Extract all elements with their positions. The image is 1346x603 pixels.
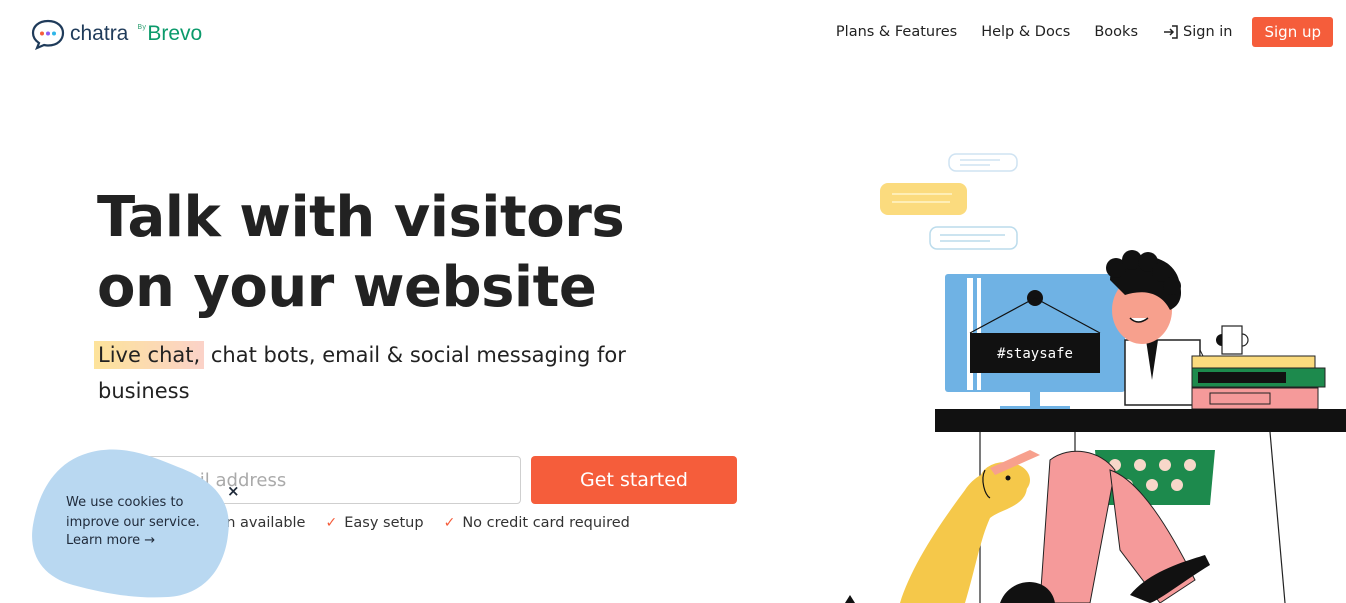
highlight-live-chat: Live chat,: [94, 341, 205, 369]
signin-label: Sign in: [1183, 24, 1233, 40]
check-icon: ✓: [325, 515, 338, 531]
nav-plans-features[interactable]: Plans & Features: [836, 24, 957, 40]
cookie-notice: We use cookies to improve our service. L…: [28, 445, 240, 600]
chat-bubbles-decoration: [880, 153, 1018, 250]
dog-drawing: [845, 450, 1040, 603]
check-icon: ✓: [443, 515, 456, 531]
hero-illustration: #staysafe: [845, 153, 1346, 603]
get-started-button[interactable]: Get started: [531, 456, 737, 504]
books-and-mug-drawing: [1191, 325, 1326, 410]
logo-by-label: By: [137, 23, 147, 31]
signup-button[interactable]: Sign up: [1252, 17, 1333, 47]
cookie-learn-more-link[interactable]: Learn more →: [66, 533, 155, 548]
staysafe-sign: #staysafe: [997, 346, 1073, 362]
headline-line-2: on your website: [97, 255, 597, 320]
nav-help-docs[interactable]: Help & Docs: [981, 24, 1070, 40]
cookie-close-icon[interactable]: ×: [227, 482, 240, 500]
feature-item: ✓ No credit card required: [443, 515, 630, 531]
logo-text: chatra: [70, 22, 129, 45]
headline-line-1: Talk with visitors: [97, 185, 625, 250]
top-nav: Plans & Features Help & Docs Books Sign …: [812, 17, 1333, 47]
cookie-message: We use cookies to improve our service.: [66, 495, 200, 530]
feature-item: ✓ Easy setup: [325, 515, 424, 531]
hero-subline: Live chat, chat bots, email & social mes…: [94, 337, 678, 409]
logo-partner: Brevo: [147, 22, 203, 45]
sign-in-icon: [1164, 25, 1178, 39]
nav-books[interactable]: Books: [1094, 24, 1138, 40]
person-legs-drawing: [1000, 450, 1215, 603]
logo[interactable]: chatra By Brevo: [30, 18, 202, 50]
monitor-drawing: #staysafe: [945, 274, 1125, 410]
hero-headline: Talk with visitors on your website: [97, 183, 625, 323]
chat-bubble-logo-icon: [31, 19, 65, 50]
signin-link[interactable]: Sign in: [1162, 24, 1232, 40]
